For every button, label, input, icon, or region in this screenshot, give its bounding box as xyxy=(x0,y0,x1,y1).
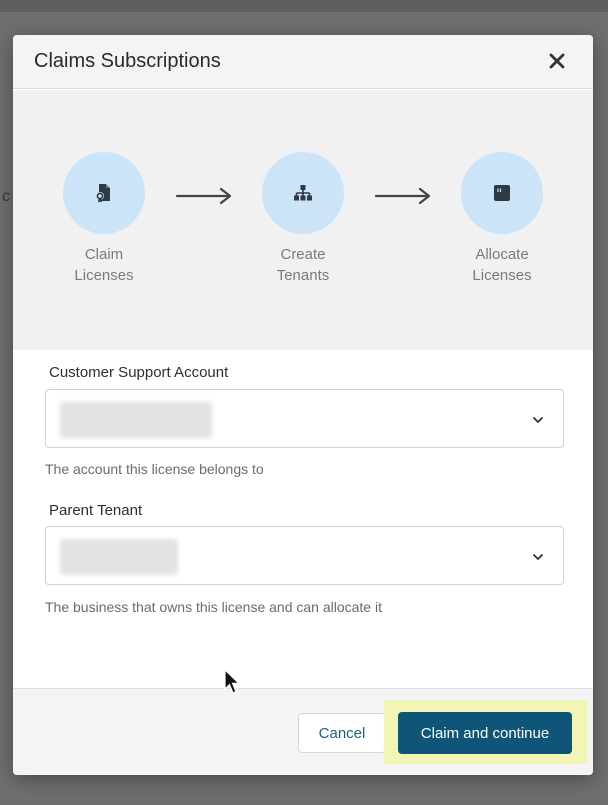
customer-support-account-helper: The account this license belongs to xyxy=(45,461,264,477)
claims-subscriptions-modal: Claims Subscriptions Claim Licenses Crea… xyxy=(13,35,593,775)
step-label-line: Create xyxy=(280,246,326,263)
chevron-down-icon xyxy=(533,417,543,423)
claim-and-continue-button[interactable]: Claim and continue xyxy=(398,712,572,754)
step-claim-licenses: Claim Licenses xyxy=(44,152,164,286)
step-label: Allocate Licenses xyxy=(442,244,562,286)
step-circle xyxy=(461,152,543,234)
modal-footer: Cancel Claim and continue xyxy=(13,688,593,775)
step-label-line: Claim xyxy=(84,246,124,263)
close-button[interactable] xyxy=(543,47,571,75)
step-label-line: Licenses xyxy=(472,267,532,284)
parent-tenant-select[interactable] xyxy=(45,526,564,585)
step-circle xyxy=(63,152,145,234)
arrow-right-icon xyxy=(175,187,232,205)
step-circle xyxy=(262,152,344,234)
arrow-right-icon xyxy=(374,187,431,205)
backdrop-top-bar xyxy=(0,0,608,12)
parent-tenant-label: Parent Tenant xyxy=(49,502,143,519)
modal-header: Claims Subscriptions xyxy=(13,35,593,89)
create-tenants-icon xyxy=(294,185,312,201)
customer-support-account-label: Customer Support Account xyxy=(49,364,229,381)
step-label: Create Tenants xyxy=(243,244,363,286)
close-icon xyxy=(549,53,565,69)
step-allocate-licenses: Allocate Licenses xyxy=(442,152,562,286)
mouse-pointer-icon xyxy=(224,669,241,694)
customer-support-account-value xyxy=(60,402,212,438)
step-label-line: Tenants xyxy=(276,267,330,284)
allocate-licenses-icon xyxy=(494,185,510,201)
cancel-button[interactable]: Cancel xyxy=(298,713,386,753)
parent-tenant-value xyxy=(60,539,178,575)
step-create-tenants: Create Tenants xyxy=(243,152,363,286)
backdrop-text-fragment: c xyxy=(2,188,10,205)
parent-tenant-helper: The business that owns this license and … xyxy=(45,599,382,615)
chevron-down-icon xyxy=(533,554,543,560)
stepper: Claim Licenses Create Tenants Allocate L… xyxy=(13,90,593,350)
customer-support-account-select[interactable] xyxy=(45,389,564,448)
step-label: Claim Licenses xyxy=(44,244,164,286)
step-label-line: Allocate xyxy=(475,246,529,263)
modal-title: Claims Subscriptions xyxy=(34,50,221,72)
step-label-line: Licenses xyxy=(74,267,134,284)
claim-licenses-icon xyxy=(96,184,110,203)
